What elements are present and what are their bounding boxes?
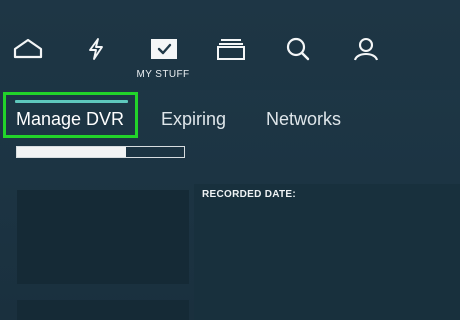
nav-label-my-stuff: MY STUFF xyxy=(136,69,190,80)
recorded-date-label: RECORDED DATE: xyxy=(202,189,297,200)
home-icon[interactable] xyxy=(13,36,43,62)
stack-icon[interactable] xyxy=(215,36,247,62)
lightning-icon[interactable] xyxy=(84,36,108,62)
tab-networks[interactable]: Networks xyxy=(266,109,341,130)
search-icon[interactable] xyxy=(284,35,312,63)
storage-usage-bar xyxy=(16,146,185,158)
recording-thumbnail[interactable] xyxy=(17,300,189,320)
tab-expiring[interactable]: Expiring xyxy=(161,109,226,130)
storage-usage-fill xyxy=(17,147,126,157)
recording-thumbnail[interactable] xyxy=(17,190,189,284)
active-tab-indicator xyxy=(15,100,128,103)
tab-manage-dvr[interactable]: Manage DVR xyxy=(16,109,124,130)
checkbox-icon[interactable] xyxy=(149,37,179,61)
profile-icon[interactable] xyxy=(352,35,380,63)
recording-details-panel xyxy=(194,184,460,320)
